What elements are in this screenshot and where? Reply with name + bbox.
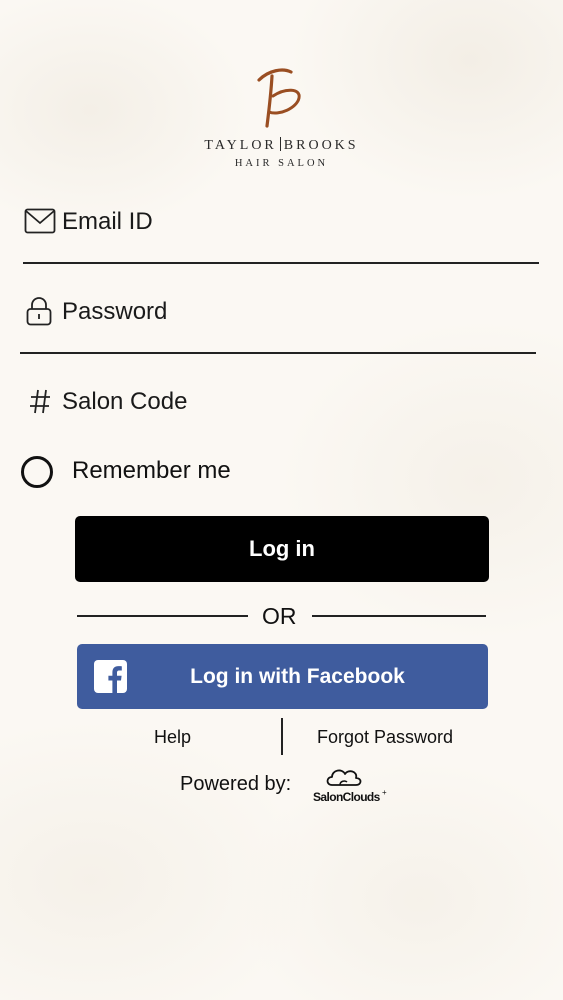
- password-field[interactable]: [62, 296, 522, 328]
- help-link[interactable]: Help: [154, 727, 191, 748]
- brand-name-left: TAYLOR: [204, 138, 277, 153]
- hash-icon: [27, 386, 53, 416]
- or-divider-left: [77, 615, 248, 617]
- password-underline: [20, 352, 536, 354]
- or-label: OR: [262, 603, 297, 629]
- brand-name: TAYLOR BROOKS: [0, 137, 563, 154]
- email-underline: [23, 262, 539, 264]
- brand-subtitle: HAIR SALON: [234, 158, 329, 169]
- salon-code-field[interactable]: [62, 386, 522, 418]
- forgot-password-link[interactable]: Forgot Password: [317, 727, 453, 748]
- salonclouds-wordmark: SalonClouds: [313, 790, 381, 804]
- envelope-icon: [23, 207, 57, 235]
- brand-logo-icon: [257, 68, 301, 128]
- remember-me-radio[interactable]: [21, 456, 53, 488]
- brand-separator: [279, 137, 281, 151]
- facebook-login-label: Log in with Facebook: [190, 664, 405, 688]
- brand-name-right: BROOKS: [283, 138, 359, 153]
- links-divider: [281, 718, 283, 755]
- powered-by-label: Powered by:: [180, 773, 292, 795]
- email-field[interactable]: [62, 206, 522, 238]
- salonclouds-logo-icon: SalonClouds +: [313, 769, 387, 804]
- salonclouds-plus: +: [382, 788, 387, 797]
- lock-icon: [25, 296, 53, 326]
- login-button-label: Log in: [249, 536, 315, 561]
- facebook-icon: [94, 660, 127, 693]
- facebook-login-button[interactable]: Log in with Facebook: [77, 644, 488, 709]
- login-button[interactable]: Log in: [75, 516, 489, 582]
- or-divider-right: [312, 615, 486, 617]
- remember-me-label[interactable]: Remember me: [72, 457, 231, 485]
